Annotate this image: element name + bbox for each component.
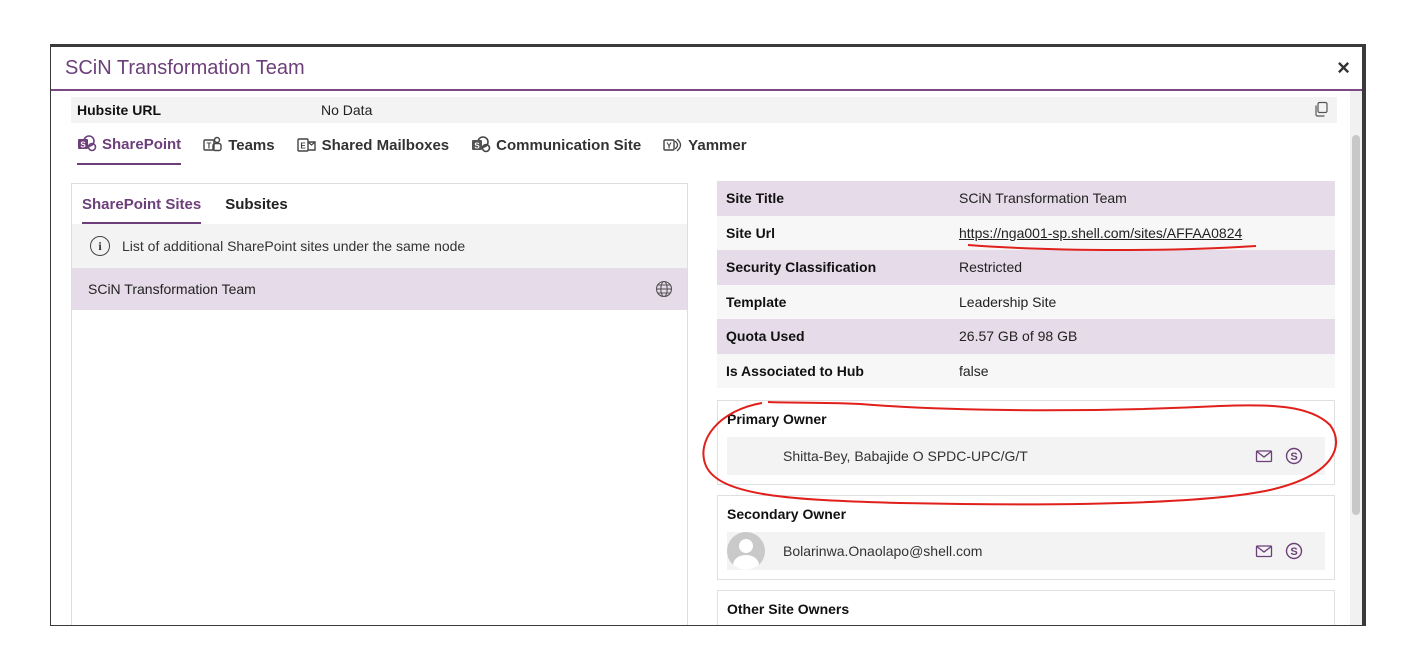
property-row: Is Associated to Hub false — [717, 353, 1335, 388]
list-item[interactable]: SCiN Transformation Team — [72, 268, 687, 310]
tab-sharepoint[interactable]: S SharePoint — [77, 135, 182, 165]
tab-yammer[interactable]: Y Yammer — [663, 135, 747, 165]
skype-icon[interactable]: S — [1285, 542, 1303, 560]
copy-icon[interactable] — [1313, 101, 1329, 117]
property-value: 26.57 GB of 98 GB — [959, 328, 1078, 345]
dialog-title: SCiN Transformation Team — [65, 56, 305, 79]
secondary-owner-card: Secondary Owner Bolarinwa.Onaolapo@shell… — [717, 495, 1335, 580]
tab-teams[interactable]: T Teams — [203, 135, 275, 165]
subtab-sharepoint-sites[interactable]: SharePoint Sites — [82, 196, 202, 224]
info-icon: i — [90, 236, 110, 256]
svg-text:E: E — [300, 142, 306, 151]
tab-label: Yammer — [688, 136, 747, 154]
property-label: Template — [726, 293, 787, 310]
property-value: false — [959, 362, 989, 379]
sites-subtabs: SharePoint Sites Subsites — [72, 184, 687, 224]
property-label: Security Classification — [726, 259, 877, 276]
svg-text:S: S — [1290, 546, 1297, 558]
sites-panel: SharePoint Sites Subsites i List of addi… — [71, 183, 688, 625]
property-value: Restricted — [959, 259, 1023, 276]
tab-label: SharePoint — [102, 135, 182, 153]
property-label: Quota Used — [726, 328, 805, 345]
site-name: SCiN Transformation Team — [88, 281, 256, 297]
owner-actions: S — [1255, 447, 1303, 465]
sharepoint-icon: S — [78, 135, 97, 152]
property-value: SCiN Transformation Team — [959, 190, 1127, 207]
hubsite-url-value: No Data — [321, 102, 373, 118]
hubsite-url-label: Hubsite URL — [77, 102, 161, 118]
svg-text:Y: Y — [667, 142, 673, 151]
owner-name: Shitta-Bey, Babajide O SPDC-UPC/G/T — [783, 448, 1028, 464]
svg-text:T: T — [207, 142, 212, 151]
close-button[interactable]: × — [1337, 57, 1350, 79]
site-details-dialog: SCiN Transformation Team × Hubsite URL N… — [51, 47, 1362, 625]
property-row: Site Title SCiN Transformation Team — [717, 181, 1335, 216]
site-url-link[interactable]: https://nga001-sp.shell.com/sites/AFFAA0… — [959, 225, 1242, 241]
sharepoint-icon: S — [472, 136, 491, 153]
primary-owner-card: Primary Owner Shitta-Bey, Babajide O SPD… — [717, 400, 1335, 485]
hubsite-url-row: Hubsite URL No Data — [71, 97, 1337, 123]
owner-actions: S — [1255, 542, 1303, 560]
svg-text:S: S — [474, 142, 480, 151]
property-row: Quota Used 26.57 GB of 98 GB — [717, 319, 1335, 354]
dialog-header: SCiN Transformation Team × — [51, 47, 1362, 91]
other-owners-card: Other Site Owners — [717, 590, 1335, 625]
owner-title: Secondary Owner — [727, 506, 847, 522]
globe-icon[interactable] — [655, 280, 673, 298]
subtab-subsites[interactable]: Subsites — [225, 196, 288, 224]
tab-label: Teams — [228, 136, 275, 154]
tab-label: Communication Site — [496, 136, 642, 154]
property-row: Site Url https://nga001-sp.shell.com/sit… — [717, 215, 1335, 250]
owner-title: Other Site Owners — [727, 601, 850, 617]
mail-icon[interactable] — [1255, 542, 1273, 560]
mail-icon[interactable] — [1255, 447, 1273, 465]
svg-text:S: S — [80, 141, 86, 150]
mailbox-icon: E — [296, 138, 316, 152]
category-tabs: S SharePoint T Teams E Shared Mailboxes — [77, 135, 747, 165]
owner-row: Shitta-Bey, Babajide O SPDC-UPC/G/T S — [727, 437, 1325, 475]
info-text: List of additional SharePoint sites unde… — [122, 238, 466, 254]
site-properties-panel: Site Title SCiN Transformation Team Site… — [717, 181, 1335, 625]
svg-text:S: S — [1290, 451, 1297, 463]
property-label: Site Url — [726, 224, 776, 241]
tab-communication-site[interactable]: S Communication Site — [471, 135, 641, 165]
property-label: Site Title — [726, 190, 785, 207]
owner-row: Bolarinwa.Onaolapo@shell.com S — [727, 532, 1325, 570]
scrollbar-thumb[interactable] — [1352, 135, 1360, 515]
tab-shared-mailboxes[interactable]: E Shared Mailboxes — [296, 135, 450, 165]
owner-name: Bolarinwa.Onaolapo@shell.com — [783, 543, 983, 559]
skype-icon[interactable]: S — [1285, 447, 1303, 465]
property-label: Is Associated to Hub — [726, 362, 864, 379]
owner-title: Primary Owner — [727, 411, 827, 427]
property-row: Security Classification Restricted — [717, 250, 1335, 285]
info-message: i List of additional SharePoint sites un… — [72, 224, 687, 268]
tab-label: Shared Mailboxes — [321, 136, 450, 154]
property-value: Leadership Site — [959, 293, 1057, 310]
yammer-icon: Y — [663, 138, 682, 152]
teams-icon: T — [203, 136, 222, 152]
avatar — [727, 532, 765, 570]
property-row: Template Leadership Site — [717, 284, 1335, 319]
